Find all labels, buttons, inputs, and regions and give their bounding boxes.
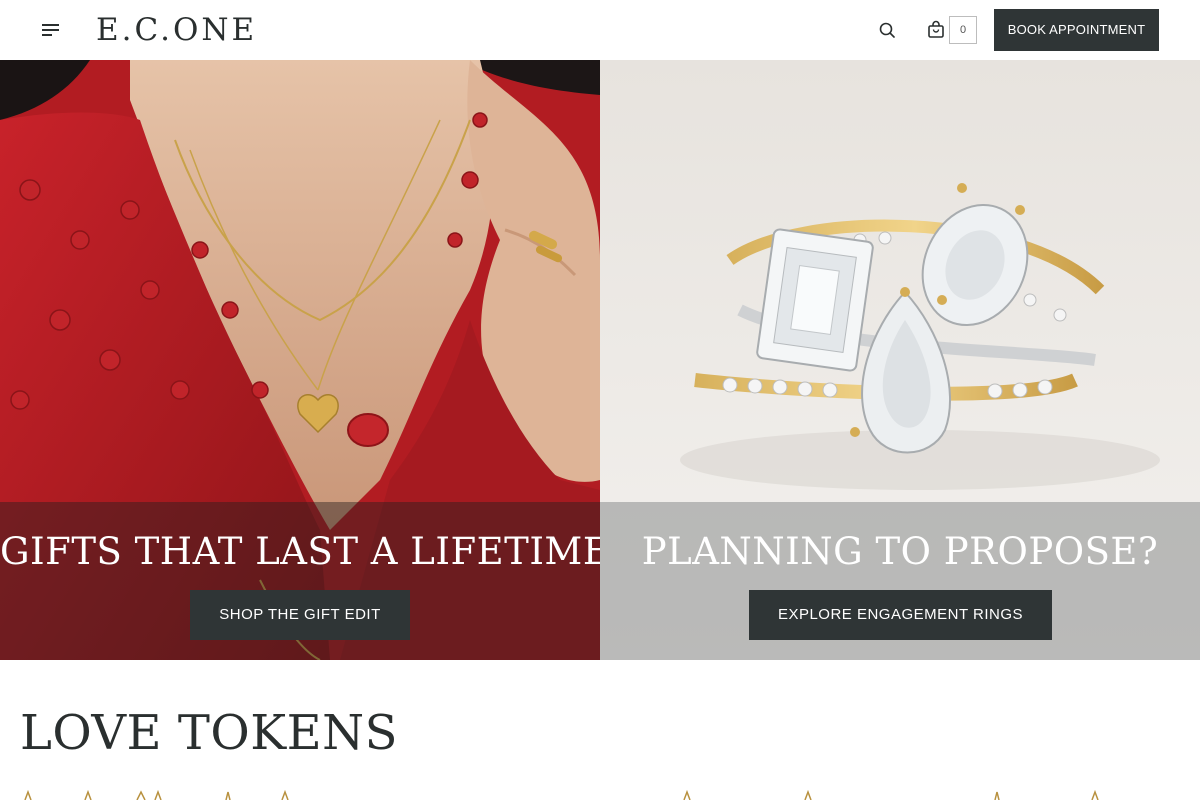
love-tokens-heading: LOVE TOKENS: [20, 705, 398, 761]
gift-edit-banner[interactable]: GIFTS THAT LAST A LIFETIME SHOP THE GIFT…: [0, 60, 600, 660]
gift-banner-title: GIFTS THAT LAST A LIFETIME: [0, 530, 600, 573]
book-appointment-button[interactable]: BOOK APPOINTMENT: [994, 9, 1159, 51]
cart-count-badge[interactable]: 0: [949, 16, 977, 44]
product-preview-strip: [24, 789, 1099, 800]
explore-engagement-rings-button[interactable]: EXPLORE ENGAGEMENT RINGS: [749, 590, 1052, 640]
search-icon[interactable]: [877, 20, 897, 40]
engagement-banner[interactable]: PLANNING TO PROPOSE? EXPLORE ENGAGEMENT …: [600, 60, 1200, 660]
site-header: E.C.ONE 0 BOOK APPOINTMENT: [0, 0, 1200, 60]
site-logo[interactable]: E.C.ONE: [96, 10, 257, 50]
hamburger-menu-icon[interactable]: [42, 22, 62, 38]
shopping-bag-icon[interactable]: [926, 20, 946, 40]
engagement-banner-title: PLANNING TO PROPOSE?: [641, 530, 1159, 573]
shop-gift-edit-button[interactable]: SHOP THE GIFT EDIT: [190, 590, 410, 640]
